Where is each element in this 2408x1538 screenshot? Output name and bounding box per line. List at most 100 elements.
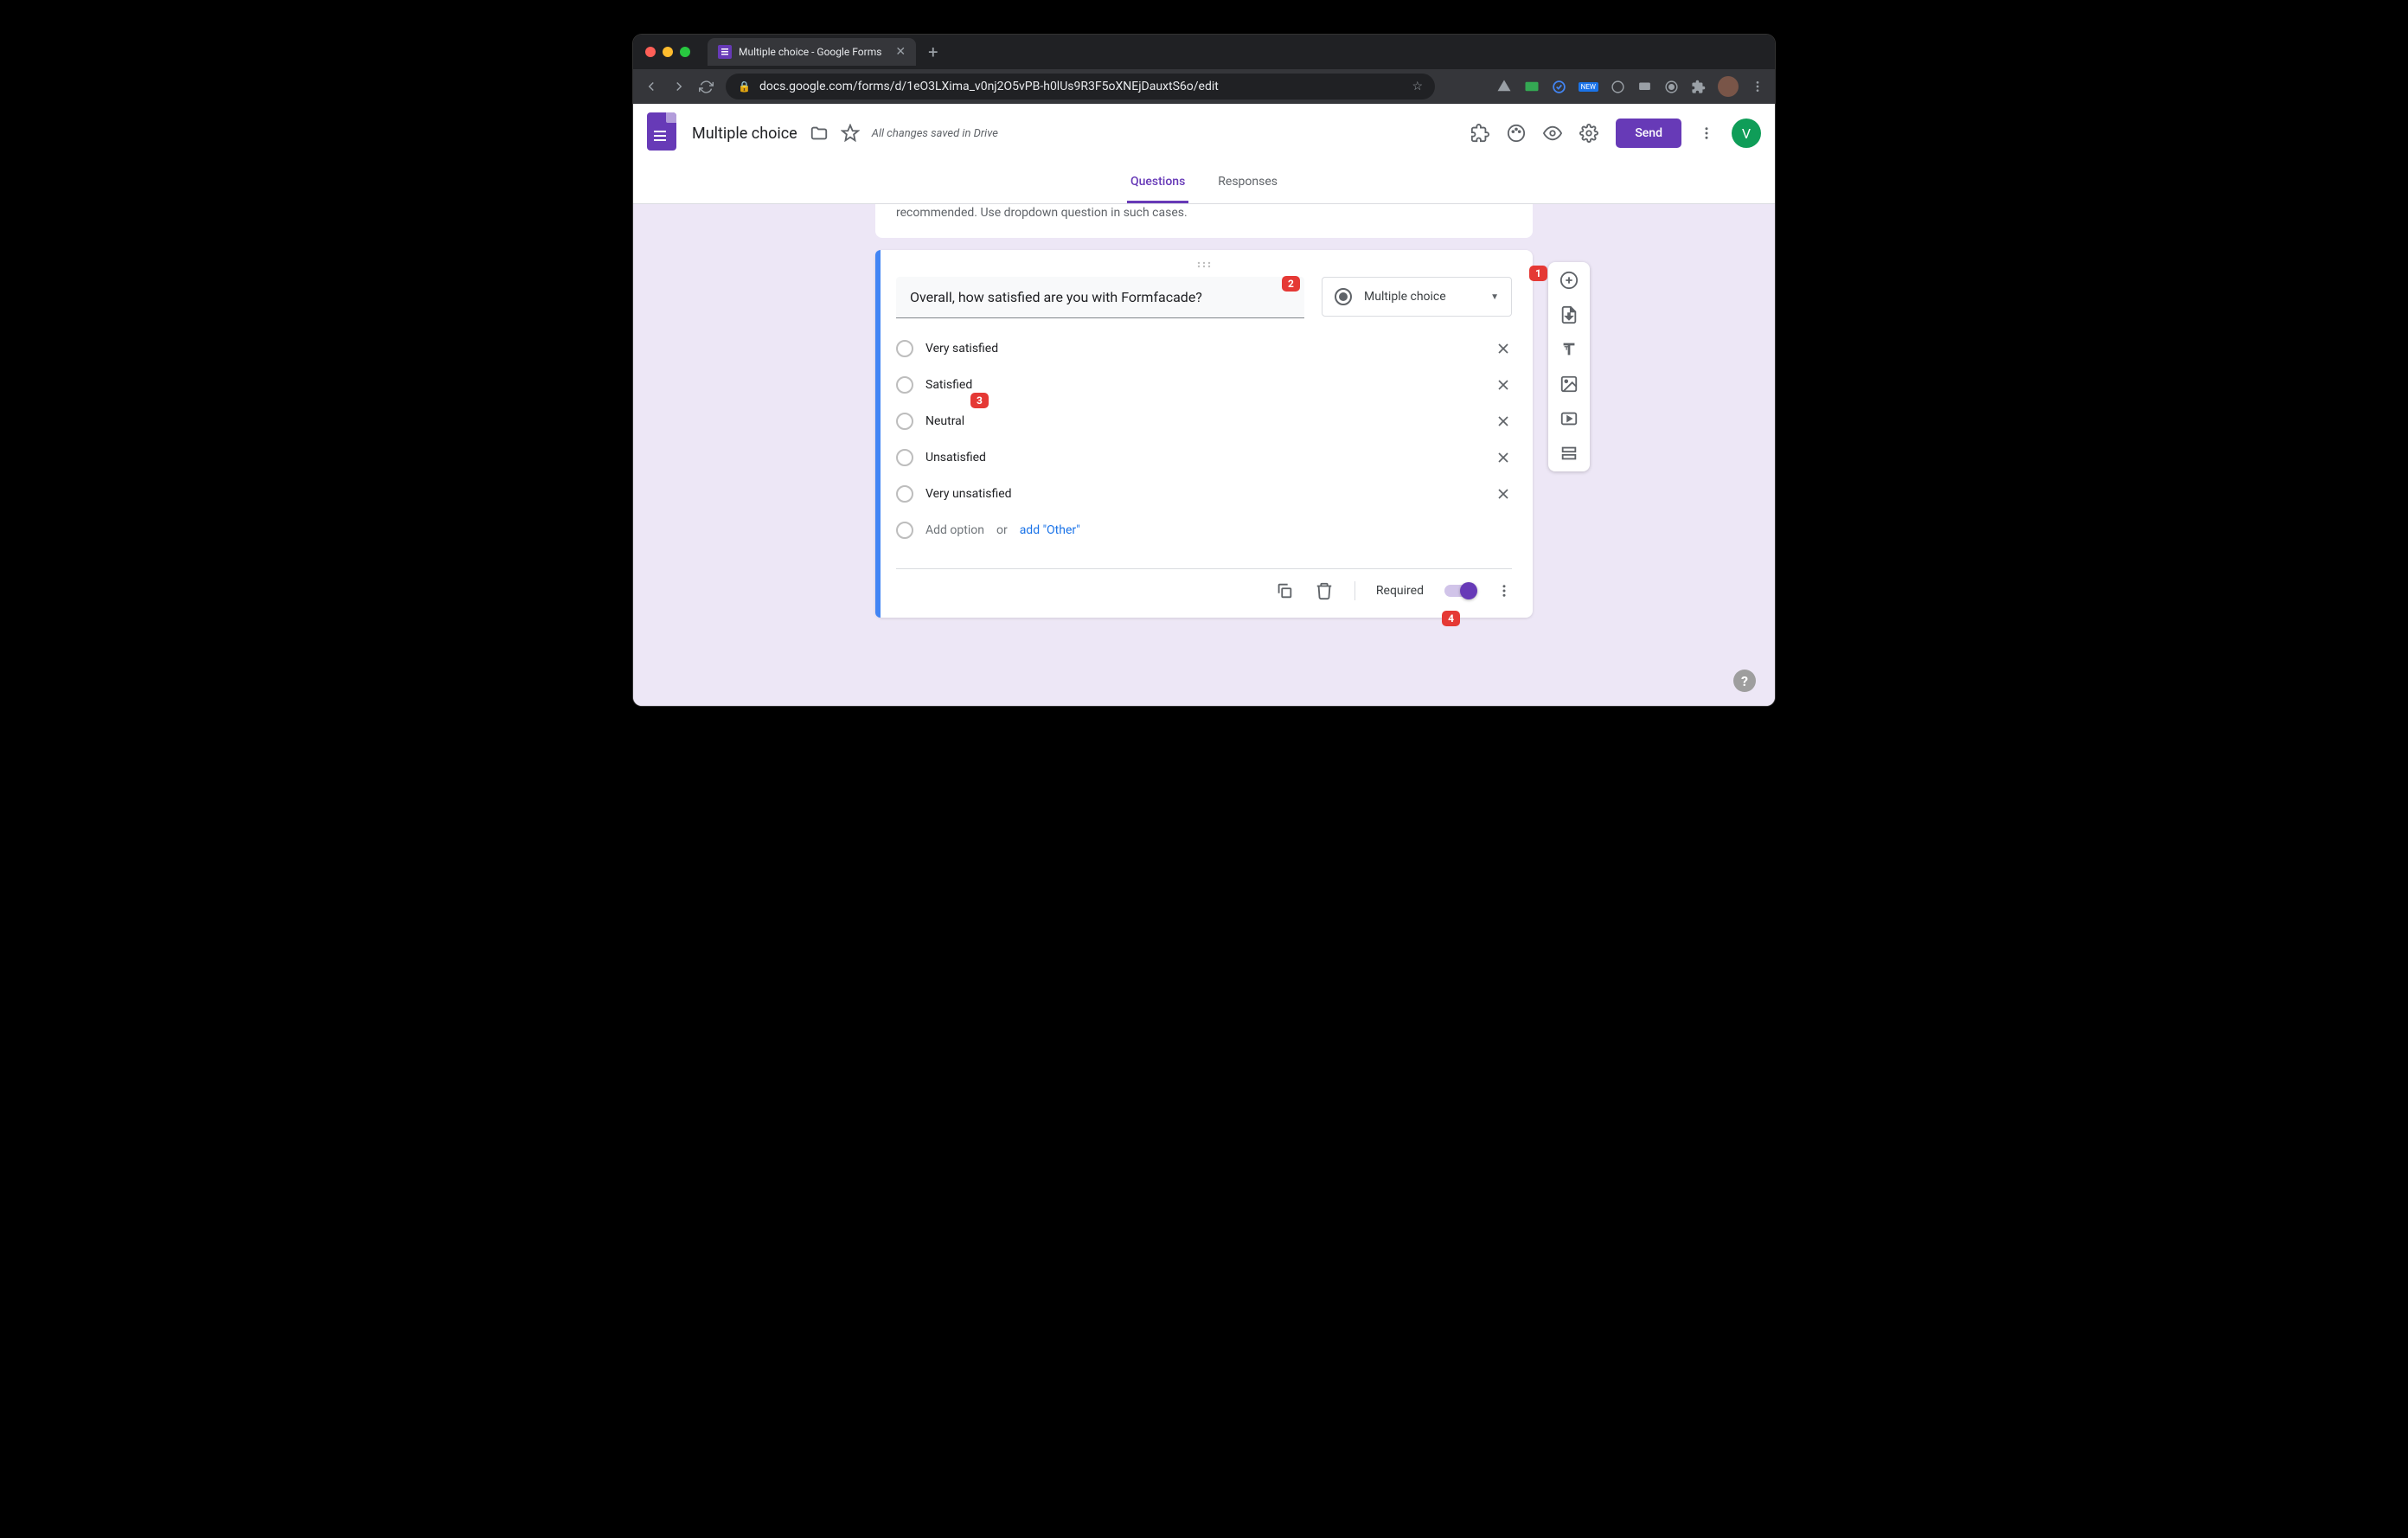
- forms-app: Multiple choice All changes saved in Dri…: [633, 104, 1775, 706]
- annotation-badge-1: 1: [1529, 266, 1547, 281]
- import-questions-icon[interactable]: [1559, 305, 1579, 324]
- duplicate-icon[interactable]: [1275, 581, 1294, 600]
- option-row[interactable]: Neutral 3: [896, 403, 1512, 439]
- account-avatar[interactable]: V: [1732, 119, 1761, 148]
- option-label[interactable]: Satisfied: [925, 378, 1483, 392]
- annotation-badge-3: 3: [970, 393, 989, 408]
- radio-placeholder-icon: [896, 340, 913, 357]
- side-toolbar: 1: [1548, 262, 1590, 471]
- remove-option-icon[interactable]: [1495, 340, 1512, 357]
- preview-icon[interactable]: [1543, 124, 1562, 143]
- browser-toolbar: 🔒 docs.google.com/forms/d/1eO3LXima_v0nj…: [633, 69, 1775, 104]
- close-window-button[interactable]: [645, 47, 656, 57]
- option-row[interactable]: Very unsatisfied: [896, 476, 1512, 512]
- question-type-select[interactable]: Multiple choice ▼: [1322, 277, 1512, 317]
- browser-menu-icon[interactable]: [1751, 80, 1764, 93]
- radio-placeholder-icon: [896, 376, 913, 394]
- or-text: or: [996, 523, 1008, 537]
- option-label[interactable]: Neutral: [925, 414, 1483, 428]
- drag-handle-icon[interactable]: [875, 250, 1533, 272]
- question-input[interactable]: [910, 289, 1290, 305]
- bookmark-star-icon[interactable]: ☆: [1412, 80, 1423, 93]
- back-button[interactable]: [644, 79, 659, 94]
- radio-placeholder-icon: [896, 449, 913, 466]
- option-row[interactable]: Very satisfied: [896, 330, 1512, 367]
- annotation-badge-4: 4: [1442, 611, 1460, 626]
- record-ext-icon[interactable]: [1664, 80, 1679, 94]
- avatar-letter: V: [1742, 125, 1751, 142]
- profile-avatar[interactable]: [1718, 76, 1739, 97]
- add-image-icon[interactable]: [1559, 375, 1579, 394]
- circle-ext-icon[interactable]: [1552, 80, 1566, 94]
- option-label[interactable]: Very unsatisfied: [925, 487, 1483, 501]
- chevron-down-icon: ▼: [1490, 292, 1499, 302]
- add-option-button[interactable]: Add option: [925, 523, 984, 537]
- remove-option-icon[interactable]: [1495, 413, 1512, 430]
- question-input-wrap[interactable]: [896, 277, 1304, 318]
- help-icon: ?: [1741, 673, 1748, 689]
- add-title-icon[interactable]: [1559, 340, 1579, 359]
- question-footer: Required 4: [896, 568, 1512, 618]
- add-section-icon[interactable]: [1559, 444, 1579, 463]
- divider: [1354, 581, 1355, 600]
- app-header: Multiple choice All changes saved in Dri…: [633, 104, 1775, 163]
- addons-icon[interactable]: [1470, 124, 1489, 143]
- required-label: Required: [1376, 584, 1424, 598]
- forms-logo-icon[interactable]: [647, 112, 680, 154]
- new-tab-button[interactable]: +: [928, 42, 938, 62]
- options-list: Very satisfied Satisfied Neutral: [875, 330, 1533, 512]
- tab-responses[interactable]: Responses: [1214, 163, 1281, 203]
- folder-icon[interactable]: [810, 124, 829, 143]
- circle-u-ext-icon[interactable]: [1611, 80, 1625, 94]
- question-more-icon[interactable]: [1496, 583, 1512, 599]
- required-toggle[interactable]: [1444, 585, 1476, 597]
- option-label[interactable]: Unsatisfied: [925, 451, 1483, 465]
- form-title[interactable]: Multiple choice: [692, 125, 797, 143]
- close-tab-icon[interactable]: ✕: [895, 45, 906, 59]
- new-ext-badge[interactable]: NEW: [1579, 82, 1598, 92]
- info-text: recommended. Use dropdown question in su…: [896, 206, 1188, 220]
- url-bar[interactable]: 🔒 docs.google.com/forms/d/1eO3LXima_v0nj…: [726, 74, 1435, 99]
- drive-ext-icon[interactable]: [1496, 79, 1512, 94]
- canvas: recommended. Use dropdown question in su…: [633, 204, 1775, 706]
- browser-tab[interactable]: Multiple choice - Google Forms ✕: [708, 38, 916, 66]
- option-row[interactable]: Unsatisfied: [896, 439, 1512, 476]
- maximize-window-button[interactable]: [680, 47, 690, 57]
- remove-option-icon[interactable]: [1495, 449, 1512, 466]
- radio-placeholder-icon: [896, 413, 913, 430]
- info-card: recommended. Use dropdown question in su…: [875, 204, 1533, 238]
- add-option-row: Add option or add "Other": [875, 512, 1533, 556]
- mail-ext-icon[interactable]: [1524, 79, 1540, 94]
- add-video-icon[interactable]: [1559, 409, 1579, 428]
- radio-placeholder-icon: [896, 522, 913, 539]
- url-text: docs.google.com/forms/d/1eO3LXima_v0nj2O…: [759, 80, 1219, 93]
- titlebar: Multiple choice - Google Forms ✕ +: [633, 35, 1775, 69]
- option-label[interactable]: Very satisfied: [925, 342, 1483, 356]
- tab-title: Multiple choice - Google Forms: [739, 46, 881, 58]
- add-other-button[interactable]: add "Other": [1020, 523, 1080, 537]
- remove-option-icon[interactable]: [1495, 376, 1512, 394]
- help-button[interactable]: ?: [1733, 670, 1756, 692]
- forward-button[interactable]: [671, 79, 687, 94]
- add-question-icon[interactable]: [1559, 271, 1579, 290]
- minimize-window-button[interactable]: [663, 47, 673, 57]
- tab-questions[interactable]: Questions: [1127, 163, 1188, 203]
- radio-placeholder-icon: [896, 485, 913, 503]
- delete-icon[interactable]: [1315, 581, 1334, 600]
- extensions-icon[interactable]: [1691, 80, 1706, 94]
- reload-button[interactable]: [699, 80, 714, 94]
- settings-icon[interactable]: [1579, 124, 1598, 143]
- save-status: All changes saved in Drive: [872, 127, 998, 140]
- tabs-row: Questions Responses: [633, 163, 1775, 204]
- type-label: Multiple choice: [1364, 290, 1478, 304]
- lock-icon: 🔒: [738, 80, 751, 93]
- remove-option-icon[interactable]: [1495, 485, 1512, 503]
- traffic-lights: [645, 47, 690, 57]
- more-menu-icon[interactable]: [1699, 125, 1714, 141]
- chat-ext-icon[interactable]: [1637, 80, 1652, 94]
- palette-icon[interactable]: [1507, 124, 1526, 143]
- star-icon[interactable]: [841, 124, 860, 143]
- question-card[interactable]: 2 Multiple choice ▼ Very satisfied: [875, 250, 1533, 618]
- forms-favicon-icon: [718, 45, 732, 59]
- send-button[interactable]: Send: [1616, 119, 1681, 148]
